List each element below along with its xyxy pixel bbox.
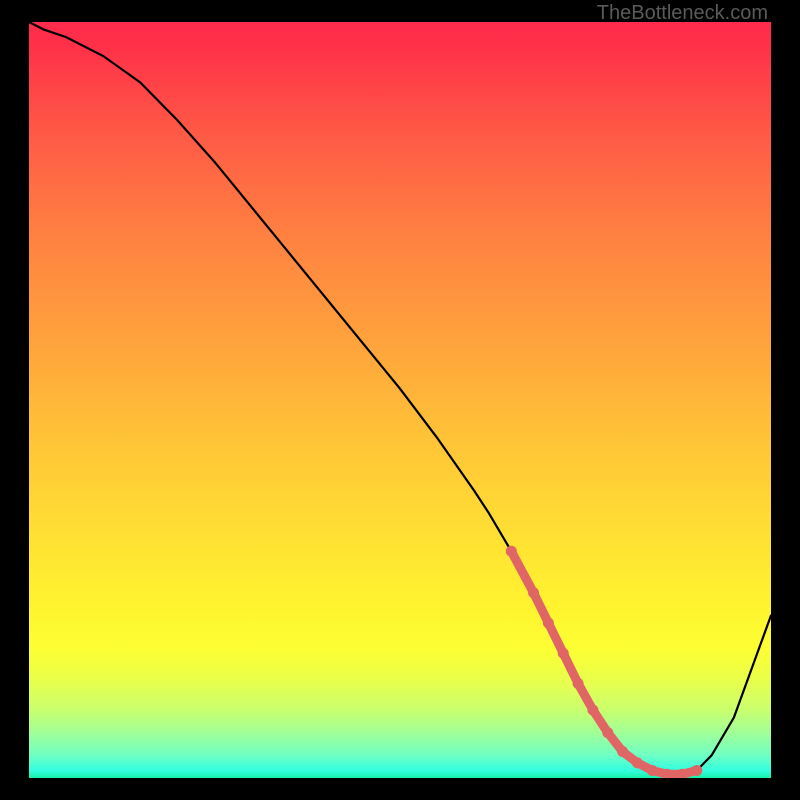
marker-dot <box>587 704 598 715</box>
plot-area <box>29 22 771 778</box>
optimal-range-dots <box>506 546 703 778</box>
marker-dot <box>558 648 569 659</box>
watermark-text: TheBottleneck.com <box>597 2 768 25</box>
marker-dot <box>602 727 613 738</box>
marker-dot <box>647 765 658 776</box>
curve-layer <box>29 22 771 778</box>
marker-dot <box>617 746 628 757</box>
marker-dot <box>573 678 584 689</box>
marker-dot <box>691 765 702 776</box>
chart-frame: TheBottleneck.com <box>0 0 800 800</box>
marker-dot <box>632 757 643 768</box>
optimal-range-markers <box>511 551 697 774</box>
bottleneck-curve <box>29 22 771 774</box>
marker-dot <box>528 587 539 598</box>
marker-dot <box>543 618 554 629</box>
marker-dot <box>506 546 517 557</box>
